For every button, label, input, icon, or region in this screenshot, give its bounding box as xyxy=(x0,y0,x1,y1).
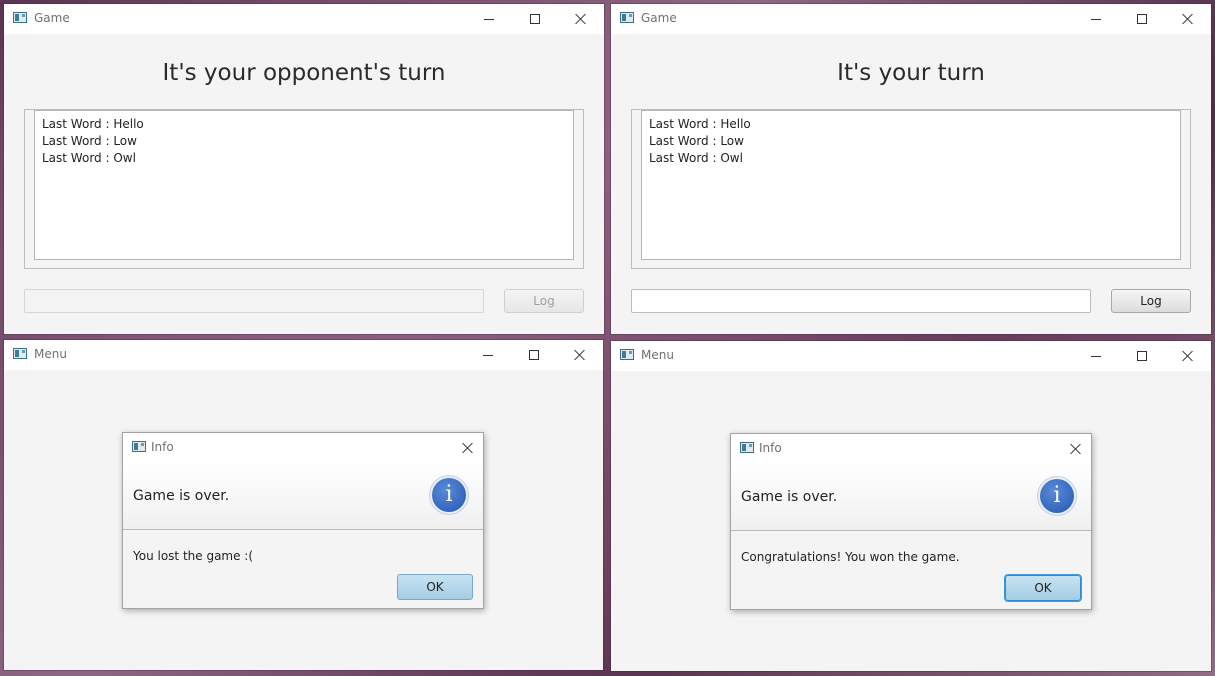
title-bar[interactable]: Game xyxy=(611,4,1211,34)
minimize-icon xyxy=(483,354,493,356)
info-icon-glyph: i xyxy=(432,478,466,512)
close-icon xyxy=(574,349,586,361)
ok-button[interactable]: OK xyxy=(397,574,473,600)
dialog-close-button[interactable] xyxy=(453,433,483,462)
dialog-header-text: Game is over. xyxy=(133,488,230,504)
app-window-icon xyxy=(13,348,27,359)
word-input[interactable] xyxy=(24,289,484,313)
dialog-title: Info xyxy=(151,440,174,454)
log-line: Last Word : Owl xyxy=(42,151,136,165)
word-log-area[interactable]: Last Word : Hello Last Word : Low Last W… xyxy=(34,110,574,260)
minimize-icon xyxy=(484,18,494,20)
dialog-header-text: Game is over. xyxy=(741,489,838,505)
close-button[interactable] xyxy=(558,4,604,34)
log-button[interactable]: Log xyxy=(1111,289,1191,313)
word-input[interactable] xyxy=(631,289,1091,313)
game-window-opponent-turn: Game It's your opponent's turn Last Word… xyxy=(4,4,604,334)
menu-window-lost: Menu Info Game is over. i You lost the g… xyxy=(4,340,603,670)
log-line: Last Word : Owl xyxy=(649,151,743,165)
title-bar[interactable]: Menu xyxy=(4,340,603,370)
maximize-button[interactable] xyxy=(511,340,557,370)
app-window-icon xyxy=(620,349,634,360)
title-bar[interactable]: Menu xyxy=(611,341,1211,371)
maximize-icon xyxy=(1137,14,1147,24)
maximize-button[interactable] xyxy=(1119,341,1165,371)
title-bar[interactable]: Game xyxy=(4,4,604,34)
app-window-icon xyxy=(132,441,146,452)
close-icon xyxy=(1182,350,1194,362)
log-line: Last Word : Low xyxy=(649,134,744,148)
close-button[interactable] xyxy=(557,340,603,370)
dialog-title: Info xyxy=(759,441,782,455)
maximize-icon xyxy=(1137,351,1147,361)
log-line: Last Word : Hello xyxy=(42,117,144,131)
turn-heading: It's your opponent's turn xyxy=(162,60,446,86)
minimize-button[interactable] xyxy=(466,4,512,34)
close-button[interactable] xyxy=(1165,4,1211,34)
window-title: Game xyxy=(34,11,70,25)
turn-heading: It's your turn xyxy=(837,60,985,86)
dialog-title-bar[interactable]: Info xyxy=(123,433,483,462)
minimize-icon xyxy=(1091,355,1101,357)
maximize-button[interactable] xyxy=(512,4,558,34)
close-icon xyxy=(1182,13,1194,25)
word-log-area[interactable]: Last Word : Hello Last Word : Low Last W… xyxy=(641,110,1181,260)
window-title: Game xyxy=(641,11,677,25)
log-button[interactable]: Log xyxy=(504,289,584,313)
game-window-your-turn: Game It's your turn Last Word : Hello La… xyxy=(611,4,1211,334)
word-log-frame: Last Word : Hello Last Word : Low Last W… xyxy=(631,109,1191,269)
minimize-button[interactable] xyxy=(1073,341,1119,371)
app-window-icon xyxy=(620,12,634,23)
maximize-button[interactable] xyxy=(1119,4,1165,34)
close-icon xyxy=(1070,443,1082,455)
info-icon: i xyxy=(1037,476,1077,516)
window-title: Menu xyxy=(34,347,67,361)
window-title: Menu xyxy=(641,348,674,362)
log-line: Last Word : Low xyxy=(42,134,137,148)
info-dialog: Info Game is over. i Congratulations! Yo… xyxy=(730,433,1092,610)
info-icon: i xyxy=(429,475,469,515)
app-window-icon xyxy=(740,442,754,453)
dialog-content: You lost the game :( xyxy=(133,549,254,563)
log-line: Last Word : Hello xyxy=(649,117,751,131)
app-window-icon xyxy=(13,12,27,23)
minimize-button[interactable] xyxy=(1073,4,1119,34)
dialog-header: Game is over. i xyxy=(731,463,1091,531)
close-icon xyxy=(575,13,587,25)
close-icon xyxy=(462,442,474,454)
dialog-title-bar[interactable]: Info xyxy=(731,434,1091,463)
minimize-button[interactable] xyxy=(465,340,511,370)
dialog-header: Game is over. i xyxy=(123,462,483,530)
info-icon-glyph: i xyxy=(1040,479,1074,513)
word-log-frame: Last Word : Hello Last Word : Low Last W… xyxy=(24,109,584,269)
info-dialog: Info Game is over. i You lost the game :… xyxy=(122,432,484,609)
close-button[interactable] xyxy=(1165,341,1211,371)
menu-window-won: Menu Info Game is over. i Congratulation… xyxy=(611,341,1211,671)
dialog-content: Congratulations! You won the game. xyxy=(741,550,960,564)
maximize-icon xyxy=(530,14,540,24)
ok-button[interactable]: OK xyxy=(1005,575,1081,601)
maximize-icon xyxy=(529,350,539,360)
dialog-close-button[interactable] xyxy=(1061,434,1091,463)
minimize-icon xyxy=(1091,18,1101,20)
